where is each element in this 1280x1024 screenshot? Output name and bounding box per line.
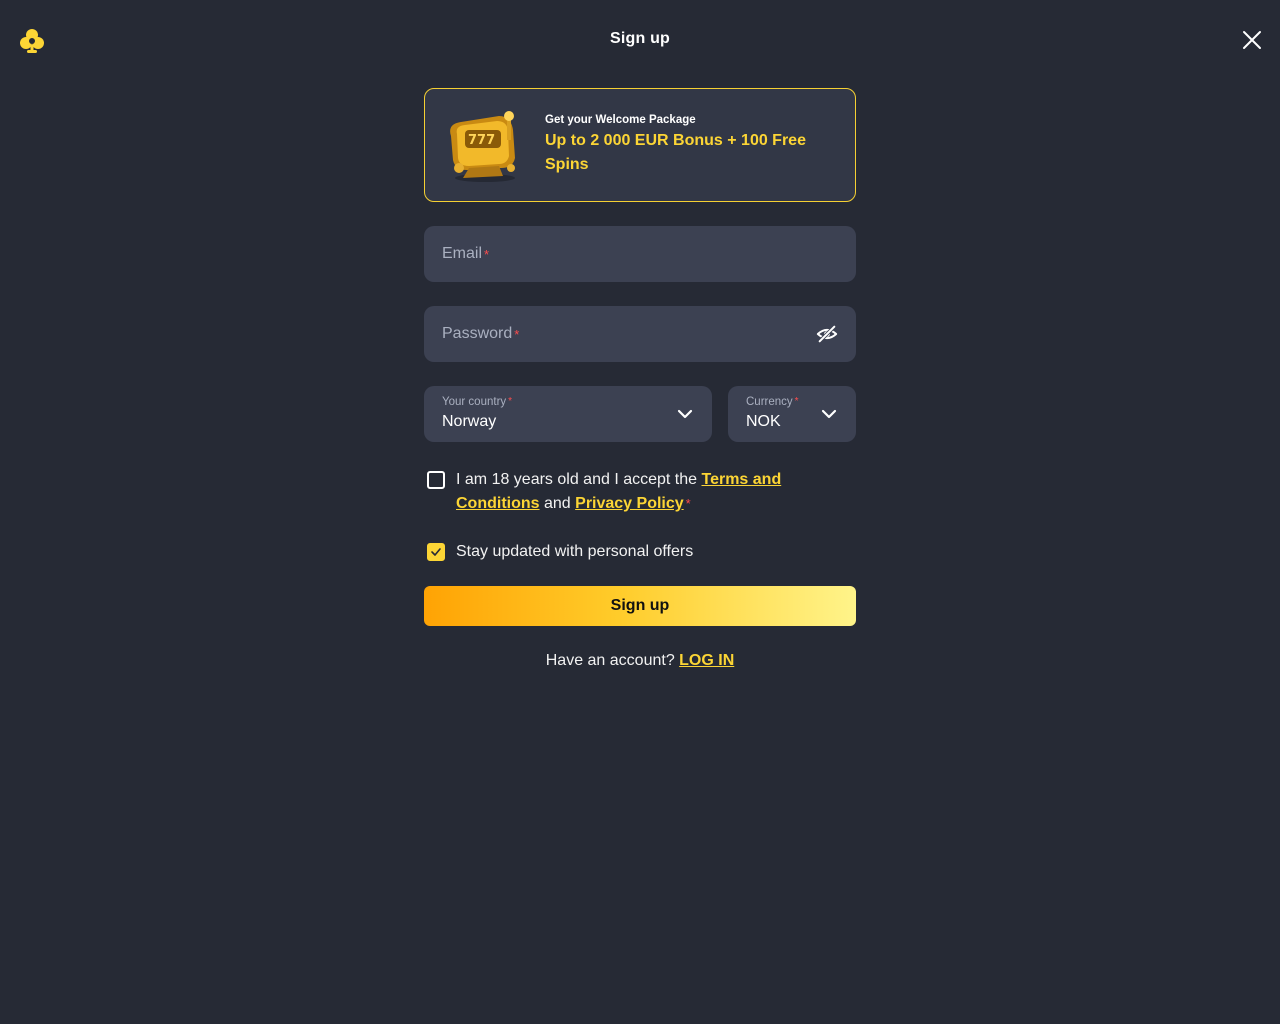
country-select[interactable]: Your country * Norway: [424, 386, 712, 442]
slot-machine-icon: 777: [450, 111, 515, 182]
country-value: Norway: [442, 413, 497, 430]
password-placeholder: Password: [442, 325, 513, 342]
signup-form: 777 Get your Welcome Package Up to 2 000…: [424, 88, 856, 670]
page-title: Sign up: [609, 30, 671, 47]
email-required-mark: *: [484, 246, 490, 262]
email-field[interactable]: Email *: [424, 226, 856, 282]
welcome-package-banner: 777 Get your Welcome Package Up to 2 000…: [424, 88, 856, 202]
password-required-mark: *: [514, 326, 520, 342]
terms-text: I am 18 years old and I accept the Terms…: [456, 471, 782, 512]
terms-row: I am 18 years old and I accept the Terms…: [424, 468, 856, 516]
currency-select[interactable]: Currency * NOK: [728, 386, 856, 442]
signup-button[interactable]: Sign up: [424, 586, 856, 626]
login-link[interactable]: LOG IN: [679, 652, 734, 669]
svg-text:777: 777: [468, 133, 495, 148]
eye-off-icon[interactable]: [816, 323, 838, 345]
email-placeholder: Email: [442, 245, 483, 262]
close-button[interactable]: [1238, 26, 1266, 54]
promo-text: Get your Welcome Package Up to 2 000 EUR…: [545, 114, 825, 177]
promo-subtitle: Get your Welcome Package: [545, 113, 696, 126]
signup-page: Sign up 777 Get your Welcome Package Up: [0, 0, 1280, 1024]
chevron-down-icon: [677, 409, 693, 419]
offers-checkbox[interactable]: [427, 543, 445, 561]
checkmark-icon: [431, 548, 441, 556]
chevron-down-icon: [821, 409, 837, 419]
close-icon: [1243, 31, 1261, 49]
privacy-link[interactable]: Privacy Policy: [575, 495, 684, 512]
country-label: Your country *: [442, 396, 513, 408]
terms-checkbox[interactable]: [427, 471, 445, 489]
promo-headline: Up to 2 000 EUR Bonus + 100 Free Spins: [545, 131, 806, 173]
password-field[interactable]: Password *: [424, 306, 856, 362]
login-prompt: Have an account? LOG IN: [545, 652, 735, 669]
offers-label: Stay updated with personal offers: [456, 543, 694, 560]
country-currency-row: Your country * Norway Currency * NOK: [424, 386, 856, 442]
offers-row: Stay updated with personal offers: [424, 540, 856, 564]
